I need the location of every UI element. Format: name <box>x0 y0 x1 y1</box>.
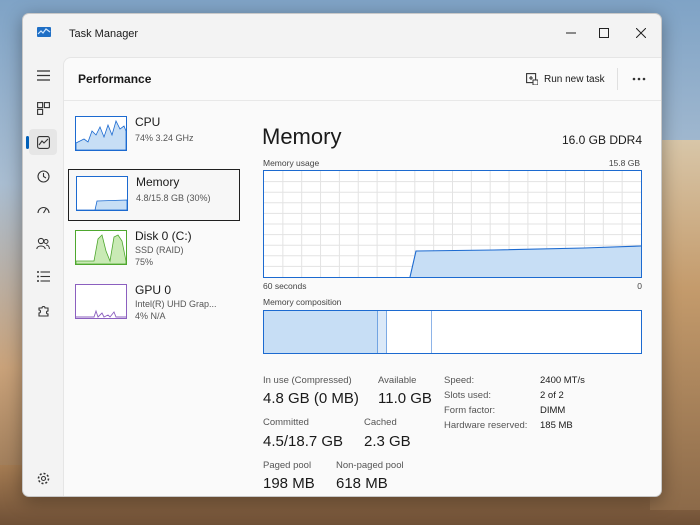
cached-label: Cached <box>364 417 397 428</box>
header-divider <box>617 68 618 90</box>
speed-label: Speed: <box>444 375 475 386</box>
device-detail: SSD (RAID) <box>135 245 184 255</box>
nav-app-history[interactable] <box>29 163 57 189</box>
device-gpu-0[interactable]: GPU 0 Intel(R) UHD Grap... 4% N/A <box>68 278 238 328</box>
task-manager-window: Task Manager Performance Run new task CP… <box>22 13 662 497</box>
device-detail: Intel(R) UHD Grap... <box>135 299 217 309</box>
device-detail-usage: 75% <box>135 257 154 267</box>
graph-time-right: 0 <box>637 281 642 291</box>
in-use-value: 4.8 GB (0 MB) <box>263 390 359 407</box>
disk-thumbnail-graph <box>75 230 127 265</box>
nav-users[interactable] <box>29 230 57 256</box>
committed-label: Committed <box>263 417 309 428</box>
memory-usage-label: Memory usage <box>263 158 320 168</box>
window-title: Task Manager <box>69 28 139 40</box>
non-paged-pool-label: Non-paged pool <box>336 460 404 471</box>
paged-pool-label: Paged pool <box>263 460 312 471</box>
more-options-button[interactable] <box>626 68 652 90</box>
composition-modified <box>378 311 387 353</box>
task-manager-app-icon <box>37 27 51 37</box>
gpu-thumbnail-graph <box>75 284 127 319</box>
non-paged-pool-value: 618 MB <box>336 475 388 492</box>
details-list-icon <box>36 270 50 282</box>
hamburger-menu-icon <box>36 69 50 81</box>
memory-usage-max: 15.8 GB <box>608 158 640 168</box>
device-disk-0[interactable]: Disk 0 (C:) SSD (RAID) 75% <box>68 224 238 274</box>
nav-performance[interactable] <box>26 129 57 155</box>
minimize-icon <box>566 32 576 34</box>
graph-time-left: 60 seconds <box>263 281 307 291</box>
title-bar[interactable]: Task Manager <box>23 14 661 54</box>
run-new-task-button[interactable]: Run new task <box>526 69 605 89</box>
available-value: 11.0 GB <box>378 390 432 407</box>
nav-startup-apps[interactable] <box>29 196 57 222</box>
memory-usage-graph <box>263 170 642 278</box>
resource-title: Memory <box>262 124 342 149</box>
nav-settings[interactable] <box>29 465 57 491</box>
device-name: CPU <box>135 115 161 129</box>
memory-composition-bar[interactable] <box>263 310 642 354</box>
in-use-label: In use (Compressed) <box>263 375 352 386</box>
slots-used-label: Slots used: <box>444 390 491 401</box>
settings-gear-icon <box>37 472 49 484</box>
form-factor-label: Form factor: <box>444 405 496 416</box>
device-name: Memory <box>136 175 180 189</box>
available-label: Available <box>378 375 417 386</box>
processes-icon <box>36 101 50 115</box>
memory-thumbnail-graph <box>76 176 128 211</box>
run-new-task-label: Run new task <box>544 73 605 85</box>
speed-value: 2400 MT/s <box>540 375 585 386</box>
composition-standby <box>387 311 432 353</box>
performance-content: Performance Run new task CPU 74% 3.24 GH… <box>63 57 661 496</box>
device-name: GPU 0 <box>135 283 172 297</box>
history-icon <box>36 169 50 183</box>
hardware-reserved-label: Hardware reserved: <box>444 420 528 431</box>
device-name: Disk 0 (C:) <box>135 229 192 243</box>
memory-composition-label: Memory composition <box>263 297 342 307</box>
page-title: Performance <box>78 72 152 86</box>
composition-in-use <box>264 311 378 353</box>
composition-free <box>432 311 641 353</box>
nav-menu-button[interactable] <box>29 62 57 88</box>
startup-gauge-icon <box>36 206 50 213</box>
close-button[interactable] <box>623 18 659 48</box>
device-memory[interactable]: Memory 4.8/15.8 GB (30%) <box>68 169 240 221</box>
hardware-reserved-value: 185 MB <box>540 420 573 431</box>
services-puzzle-icon <box>37 305 49 317</box>
paged-pool-value: 198 MB <box>263 475 315 492</box>
users-icon <box>36 237 50 249</box>
device-detail: 74% 3.24 GHz <box>135 133 194 143</box>
close-icon <box>636 28 646 38</box>
memory-composition-svg <box>264 311 641 353</box>
slots-used-value: 2 of 2 <box>540 390 564 401</box>
device-detail: 4.8/15.8 GB (30%) <box>136 193 211 203</box>
memory-usage-graph-svg <box>264 171 641 277</box>
run-task-icon <box>526 73 538 85</box>
nav-services[interactable] <box>29 297 57 323</box>
memory-spec: 16.0 GB DDR4 <box>561 133 642 147</box>
nav-details[interactable] <box>29 263 57 289</box>
performance-icon <box>36 135 50 149</box>
device-detail-usage: 4% N/A <box>135 311 166 321</box>
cpu-thumbnail-graph <box>75 116 127 151</box>
device-cpu[interactable]: CPU 74% 3.24 GHz <box>68 110 238 160</box>
minimize-button[interactable] <box>553 18 589 48</box>
maximize-button[interactable] <box>586 18 622 48</box>
maximize-icon <box>599 28 609 38</box>
nav-processes[interactable] <box>29 95 57 121</box>
content-header: Performance Run new task <box>64 58 661 101</box>
form-factor-value: DIMM <box>540 405 566 416</box>
navigation-sidebar <box>23 54 63 496</box>
cached-value: 2.3 GB <box>364 433 411 450</box>
committed-value: 4.5/18.7 GB <box>263 433 344 450</box>
more-options-icon <box>632 77 646 81</box>
